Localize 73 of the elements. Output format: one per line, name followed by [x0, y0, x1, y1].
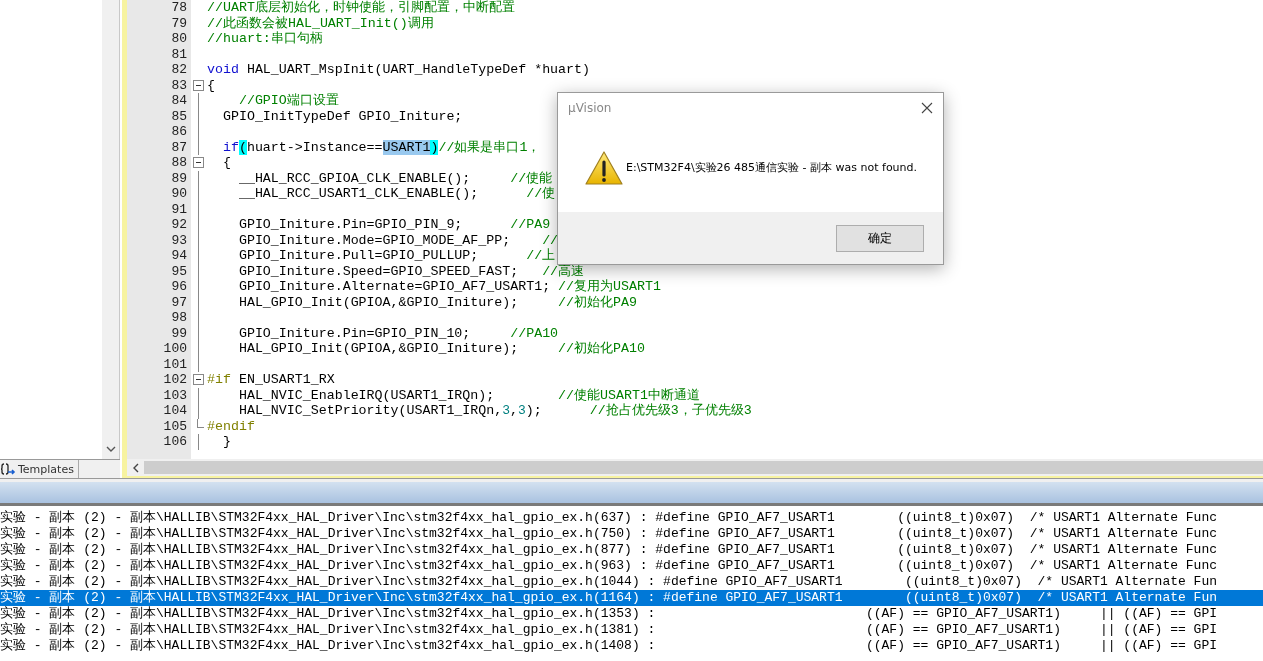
code-line: { [206, 77, 215, 93]
code-line: //huart:串口句柄 [206, 31, 323, 47]
line-number: 85 [170, 108, 188, 124]
line-number: 103 [162, 387, 188, 403]
code-line: GPIO_Initure.Pin=GPIO_PIN_9; //PA9 [237, 217, 551, 233]
search-result-row[interactable]: 实验 - 副本 (2) - 副本\HALLIB\STM32F4xx_HAL_Driver\Inc\stm32f4xx_hal_gpio_ex.h(1044) : #define GPIO_AF7_USART1 ((uint8_t)0x07) /* USART1 Alternate Fun [0, 574, 1217, 590]
code-line: GPIO_Initure.Speed=GPIO_SPEED_FAST; //高速 [237, 263, 585, 279]
line-number: 104 [162, 403, 188, 419]
ok-button[interactable]: 确定 [836, 224, 924, 252]
code-line: HAL_GPIO_Init(GPIOA,&GPIO_Initure); //初始化PA10 [237, 341, 645, 357]
line-number: 81 [170, 46, 188, 62]
search-result-row[interactable]: 实验 - 副本 (2) - 副本\HALLIB\STM32F4xx_HAL_Driver\Inc\stm32f4xx_hal_gpio_ex.h(1408) : ((AF) == GPIO_AF7_USART1) || ((AF) == GPI [0, 638, 1217, 654]
line-number: 82 [170, 62, 188, 78]
line-number: 80 [170, 31, 188, 47]
code-line: #endif [206, 418, 255, 434]
line-number: 98 [170, 310, 188, 326]
line-number: 94 [170, 248, 188, 264]
line-number: 87 [170, 139, 188, 155]
line-number: 79 [170, 15, 188, 31]
braces-icon [0, 462, 16, 476]
search-result-row[interactable]: 实验 - 副本 (2) - 副本\HALLIB\STM32F4xx_HAL_Driver\Inc\stm32f4xx_hal_gpio_ex.h(877) : #define GPIO_AF7_USART1 ((uint8_t)0x07) /* USART1 Alternate Func [0, 542, 1217, 558]
search-result-row[interactable]: 实验 - 副本 (2) - 副本\HALLIB\STM32F4xx_HAL_Driver\Inc\stm32f4xx_hal_gpio_ex.h(963) : #define GPIO_AF7_USART1 ((uint8_t)0x07) /* USART1 Alternate Func [0, 558, 1217, 574]
code-line: GPIO_InitTypeDef GPIO_Initure; [221, 108, 463, 124]
search-result-row[interactable]: 实验 - 副本 (2) - 副本\HALLIB\STM32F4xx_HAL_Driver\Inc\stm32f4xx_hal_gpio_ex.h(750) : #define GPIO_AF7_USART1 ((uint8_t)0x07) /* USART1 Alternate Func [0, 526, 1217, 542]
code-line: GPIO_Initure.Alternate=GPIO_AF7_USART1; //复用为USART1 [237, 279, 661, 295]
code-line: HAL_NVIC_SetPriority(USART1_IRQn,3,3); //抢占优先级3，子优先级3 [237, 403, 752, 419]
line-number: 93 [170, 232, 188, 248]
code-line: __HAL_RCC_GPIOA_CLK_ENABLE(); //使能 [237, 170, 553, 186]
line-number: 96 [170, 279, 188, 295]
line-number: 99 [170, 325, 188, 341]
line-number: 83 [170, 77, 188, 93]
line-number: 89 [170, 170, 188, 186]
code-line: HAL_NVIC_EnableIRQ(USART1_IRQn); //使能USART1中断通道 [237, 387, 700, 403]
code-line: if(huart->Instance==USART1)//如果是串口1， [221, 139, 541, 155]
code-line: { [221, 155, 231, 171]
line-number: 92 [170, 217, 188, 233]
scrollbar-thumb[interactable] [144, 461, 1263, 474]
search-result-row[interactable]: 实验 - 副本 (2) - 副本\HALLIB\STM32F4xx_HAL_Driver\Inc\stm32f4xx_hal_gpio_ex.h(1381) : ((AF) == GPIO_AF7_USART1) || ((AF) == GPI [0, 622, 1217, 638]
code-line: //UART底层初始化，时钟使能，引脚配置，中断配置 [206, 0, 515, 16]
line-number: 84 [170, 93, 188, 109]
search-result-row[interactable]: 实验 - 副本 (2) - 副本\HALLIB\STM32F4xx_HAL_Driver\Inc\stm32f4xx_hal_gpio_ex.h(1353) : ((AF) == GPIO_AF7_USART1) || ((AF) == GPI [0, 606, 1217, 622]
code-line: GPIO_Initure.Mode=GPIO_MODE_AF_PP; // [237, 232, 559, 248]
line-number: 88 [170, 155, 188, 171]
line-number: 86 [170, 124, 188, 140]
close-icon[interactable] [921, 102, 933, 114]
scroll-down-icon[interactable] [105, 446, 116, 453]
line-number: 102 [162, 372, 188, 388]
code-line: void HAL_UART_MspInit(UART_HandleTypeDef *huart) [206, 62, 591, 78]
line-number: 106 [162, 434, 188, 450]
collapse-icon[interactable] [192, 157, 204, 169]
line-number: 105 [162, 418, 188, 434]
line-number: 91 [170, 201, 188, 217]
line-number: 78 [170, 0, 188, 16]
code-line: } [221, 434, 231, 450]
warning-icon [584, 149, 624, 186]
code-line: //GPIO端口设置 [237, 93, 339, 109]
search-result-row[interactable]: 实验 - 副本 (2) - 副本\HALLIB\STM32F4xx_HAL_Driver\Inc\stm32f4xx_hal_gpio_ex.h(637) : #define GPIO_AF7_USART1 ((uint8_t)0x07) /* USART1 Alternate Func [0, 510, 1217, 526]
line-number: 97 [170, 294, 188, 310]
line-number: 100 [162, 341, 188, 357]
dialog-title: µVision [568, 101, 612, 115]
line-number: 90 [170, 186, 188, 202]
search-result-row[interactable]: 实验 - 副本 (2) - 副本\HALLIB\STM32F4xx_HAL_Driver\Inc\stm32f4xx_hal_gpio_ex.h(1164) : #define GPIO_AF7_USART1 ((uint8_t)0x07) /* USART1 Alternate Fun [0, 590, 1263, 606]
code-line: #if EN_USART1_RX [206, 372, 335, 388]
collapse-icon[interactable] [192, 79, 204, 91]
code-line: HAL_GPIO_Init(GPIOA,&GPIO_Initure); //初始化PA9 [237, 294, 637, 310]
code-line: GPIO_Initure.Pin=GPIO_PIN_10; //PA10 [237, 325, 559, 341]
line-number: 101 [162, 356, 188, 372]
code-line: //此函数会被HAL_UART_Init()调用 [206, 15, 434, 31]
collapse-icon[interactable] [192, 374, 204, 386]
code-line: __HAL_RCC_USART1_CLK_ENABLE(); //使 [237, 186, 556, 202]
dialog-message: E:\STM32F4\实验26 485通信实验 - 副本 was not found. [626, 160, 918, 175]
code-line: GPIO_Initure.Pull=GPIO_PULLUP; //上 [237, 248, 556, 264]
line-number: 95 [170, 263, 188, 279]
